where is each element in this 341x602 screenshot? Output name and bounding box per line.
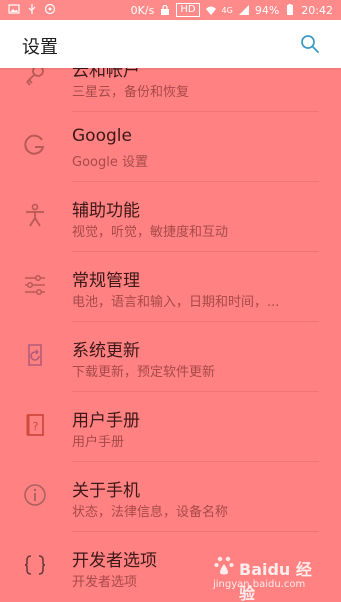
status-bar: 0K/s HD 4G 94% 20:42 [0,0,341,20]
lock-icon [161,4,170,15]
settings-item-cloud-accounts[interactable]: 云和帐户 三星云，备份和恢复 [0,68,341,112]
status-left-icons [8,3,56,15]
hd-badge: HD [176,3,200,17]
settings-list: 云和帐户 三星云，备份和恢复 Google Google 设置 辅助功能 视觉，… [0,68,341,602]
settings-item-title: 开发者选项 [72,551,157,571]
settings-item-subtitle: 视觉，听觉，敏捷度和互动 [72,225,229,240]
settings-item-title: 用户手册 [72,411,140,431]
settings-screen: 0K/s HD 4G 94% 20:42 设置 云和帐户 三星云，备份和恢复 G… [0,0,341,602]
info-icon [24,484,46,506]
search-icon[interactable] [299,33,321,55]
settings-item-accessibility[interactable]: 辅助功能 视觉，听觉，敏捷度和互动 [0,182,341,252]
image-notification-icon [8,4,20,14]
svg-text:?: ? [33,420,39,433]
network-speed: 0K/s [130,3,155,17]
cell-signal-icon [238,5,249,15]
settings-item-title: 辅助功能 [72,201,140,221]
settings-item-system-update[interactable]: 系统更新 下载更新，预定软件更新 [0,322,341,392]
sliders-icon [25,274,45,296]
sync-notification-icon [44,3,56,15]
watermark-url: jingyan.baidu.com [213,579,306,590]
settings-item-subtitle: 开发者选项 [72,575,138,590]
user-manual-icon: ? [26,414,44,436]
settings-item-title: 常规管理 [72,271,140,291]
settings-item-subtitle: 状态，法律信息，设备名称 [72,505,229,520]
settings-item-title: 云和帐户 [72,68,140,81]
cloud-key-icon [26,68,44,86]
settings-item-title: 系统更新 [72,341,140,361]
baidu-watermark: Baidu 经验 jingyan.baidu.com [213,554,323,602]
battery-percent: 94% [254,3,280,17]
baidu-paw-logo [214,556,234,575]
settings-item-subtitle: Google 设置 [72,155,148,170]
app-header: 设置 [0,20,341,68]
settings-item-about-phone[interactable]: 关于手机 状态，法律信息，设备名称 [0,462,341,532]
settings-item-subtitle: 下载更新，预定软件更新 [72,365,216,380]
status-right-icons: 0K/s HD 4G 94% 20:42 [131,3,333,17]
accessibility-icon [26,203,44,227]
signal-type: 4G [221,5,233,15]
settings-item-subtitle: 电池，语言和输入，日期和时间，... [72,295,280,310]
usb-notification-icon [28,4,36,14]
settings-item-general-management[interactable]: 常规管理 电池，语言和输入，日期和时间，... [0,252,341,322]
developer-braces-icon [24,555,46,575]
page-title: 设置 [22,37,58,58]
settings-item-subtitle: 用户手册 [72,435,125,450]
settings-item-user-manual[interactable]: ? 用户手册 用户手册 [0,392,341,462]
clock: 20:42 [301,3,333,17]
google-g-icon [24,134,45,155]
wifi-icon [205,6,216,15]
settings-item-title: Google [72,126,132,146]
settings-item-google[interactable]: Google Google 设置 [0,112,341,182]
settings-item-title: 关于手机 [72,481,140,501]
system-update-icon [28,344,42,366]
settings-item-subtitle: 三星云，备份和恢复 [72,85,190,100]
battery-icon [287,4,294,15]
